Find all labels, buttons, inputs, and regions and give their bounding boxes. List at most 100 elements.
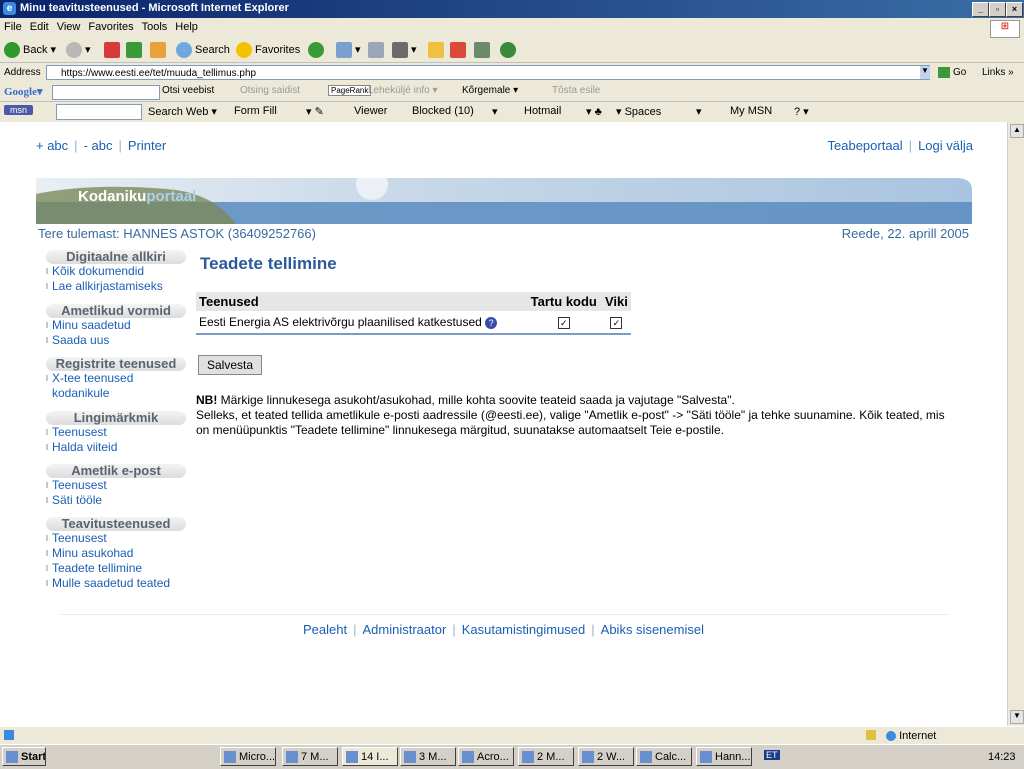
taskbar-item[interactable]: Hann... (696, 747, 752, 766)
menu-tools[interactable]: Tools (138, 18, 172, 36)
sidebar-item-x-tee[interactable]: X-tee teenused kodanikule (46, 371, 152, 401)
messenger-button[interactable] (474, 41, 493, 59)
menu-help[interactable]: Help (171, 18, 202, 36)
sidebar-item-all-documents[interactable]: Kõik dokumendid (46, 264, 186, 279)
search-web-button[interactable]: Search Web ▾ (148, 105, 217, 118)
google-logo[interactable]: Google▾ (4, 85, 43, 98)
save-button[interactable]: Salvesta (198, 355, 263, 375)
refresh-button[interactable] (126, 41, 145, 59)
home-button[interactable] (150, 41, 169, 59)
viewer-button[interactable]: Viewer (354, 105, 387, 117)
highlight-button[interactable]: Tõsta esile (552, 85, 600, 96)
sidebar-item-about[interactable]: Teenusest (46, 478, 186, 493)
taskbar-item[interactable]: Micro... (220, 747, 276, 766)
mail-button[interactable]: ▾ (336, 41, 361, 59)
tartu-checkbox[interactable]: ✓ (557, 317, 570, 329)
decrease-text-link[interactable]: - abc (84, 138, 113, 153)
table-header-row: Teenused Tartu kodu Viki (196, 292, 631, 311)
my-msn-button[interactable]: My MSN (730, 105, 772, 117)
msn-help-icon[interactable]: ? ▾ (794, 105, 809, 118)
google-search-input[interactable] (52, 85, 160, 100)
note-line-2: Selleks, et teated tellida ametlikule e-… (196, 408, 945, 437)
folder-button[interactable] (428, 41, 447, 59)
viki-checkbox[interactable]: ✓ (610, 317, 623, 329)
increase-text-link[interactable]: + abc (36, 138, 68, 153)
footer-link-admin[interactable]: Administraator (363, 622, 447, 637)
spaces-dropdown-icon[interactable]: ▾ (696, 105, 702, 118)
sidebar-item-received-notices[interactable]: Mulle saadetud teated (46, 576, 186, 591)
address-dropdown-button[interactable]: ▼ (920, 66, 930, 79)
google-search-site-button[interactable]: Otsing saidist (240, 85, 300, 96)
google-search-web-button[interactable]: Otsi veebist (162, 85, 214, 96)
taskbar-item-active[interactable]: 14 I... (342, 747, 398, 766)
go-button[interactable]: Go (938, 67, 966, 78)
menu-view[interactable]: View (53, 18, 85, 36)
hotmail-button[interactable]: Hotmail (524, 105, 561, 117)
minimize-button[interactable]: _ (972, 2, 989, 17)
edit-icon (392, 42, 408, 59)
note-text: NB! Märkige linnukesega asukoht/asukohad… (196, 393, 956, 438)
sidebar-group-official-email: Ametlik e-post Teenusest Säti tööle (46, 464, 186, 508)
links-button[interactable]: Links » (982, 67, 1014, 78)
taskbar-item[interactable]: 2 M... (518, 747, 574, 766)
sidebar-item-order-notices[interactable]: Teadete tellimine (46, 561, 186, 576)
sidebar-heading: Lingimärkmik (46, 411, 186, 425)
messenger-dropdown-icon[interactable]: ▾ ♣ (586, 105, 602, 118)
msn-people-button[interactable] (500, 41, 519, 59)
edit-button[interactable]: ▾ (392, 41, 417, 59)
sidebar-item-my-sent[interactable]: Minu saadetud (46, 318, 186, 333)
taskbar-item[interactable]: Calc... (636, 747, 692, 766)
research-button[interactable] (450, 41, 469, 59)
forward-button[interactable]: ▾ (66, 41, 91, 59)
blocked-dropdown-icon[interactable]: ▾ (492, 105, 498, 118)
msn-logo[interactable]: msn (4, 105, 34, 115)
close-button[interactable]: × (1006, 2, 1023, 17)
form-fill-button[interactable]: Form Fill (234, 105, 277, 117)
portal-banner: Kodanikuportaal (36, 168, 972, 224)
sidebar-item-about[interactable]: Teenusest (46, 425, 186, 440)
address-field[interactable]: https://www.eesti.ee/tet/muuda_tellimus.… (46, 65, 930, 80)
page-info-button[interactable]: Leheküljé info ▾ (368, 85, 438, 96)
print-button[interactable] (368, 41, 387, 59)
portal-logo[interactable]: Kodanikuportaal (78, 188, 196, 205)
footer-link-login-help[interactable]: Abiks sisenemisel (601, 622, 704, 637)
menu-favorites[interactable]: Favorites (84, 18, 137, 36)
language-indicator[interactable]: ET (764, 750, 780, 760)
logout-link[interactable]: Logi välja (918, 138, 973, 153)
spaces-button[interactable]: ▾ Spaces (616, 105, 661, 118)
footer-link-terms[interactable]: Kasutamistingimused (462, 622, 586, 637)
printer-link[interactable]: Printer (128, 138, 166, 153)
help-icon[interactable]: ? (485, 317, 498, 329)
taskbar-item[interactable]: 7 M... (282, 747, 338, 766)
vertical-scrollbar[interactable]: ▲ ▼ (1007, 122, 1024, 726)
taskbar-item[interactable]: 2 W... (578, 747, 634, 766)
blocked-popups-button[interactable]: Blocked (10) (412, 105, 474, 117)
sidebar-item-my-locations[interactable]: Minu asukohad (46, 546, 186, 561)
scroll-down-arrow-icon[interactable]: ▼ (1010, 710, 1024, 724)
scroll-up-arrow-icon[interactable]: ▲ (1010, 124, 1024, 138)
stop-button[interactable] (104, 41, 123, 59)
sidebar-item-about[interactable]: Teenusest (46, 531, 186, 546)
home-icon (150, 42, 166, 59)
highlight-icon[interactable]: ▾ ✎ (306, 105, 324, 118)
back-button[interactable]: Back ▾ (4, 41, 56, 59)
history-button[interactable] (308, 41, 327, 59)
sidebar-item-send-new[interactable]: Saada uus (46, 333, 186, 348)
sidebar-item-manage-links[interactable]: Halda viiteid (46, 440, 186, 455)
restore-button[interactable]: ▫ (989, 2, 1006, 17)
footer-link-home[interactable]: Pealeht (303, 622, 347, 637)
menu-edit[interactable]: Edit (26, 18, 53, 36)
sidebar-group-digital-signature: Digitaalne allkiri Kõik dokumendid Lae a… (46, 250, 186, 294)
teabeportaal-link[interactable]: Teabeportaal (828, 138, 903, 153)
taskbar-item[interactable]: Acro... (458, 747, 514, 766)
sidebar-group-bookmarks: Lingimärkmik Teenusest Halda viiteid (46, 411, 186, 455)
search-button[interactable]: Search (176, 41, 230, 59)
sidebar-item-setup[interactable]: Säti tööle (46, 493, 186, 508)
favorites-button[interactable]: Favorites (236, 41, 300, 59)
up-button[interactable]: Kõrgemale ▾ (462, 85, 518, 96)
start-button[interactable]: Start (2, 747, 46, 766)
msn-search-input[interactable] (56, 104, 142, 120)
sidebar-item-upload-sign[interactable]: Lae allkirjastamiseks (46, 279, 186, 294)
taskbar-item[interactable]: 3 M... (400, 747, 456, 766)
menu-file[interactable]: File (0, 18, 26, 36)
